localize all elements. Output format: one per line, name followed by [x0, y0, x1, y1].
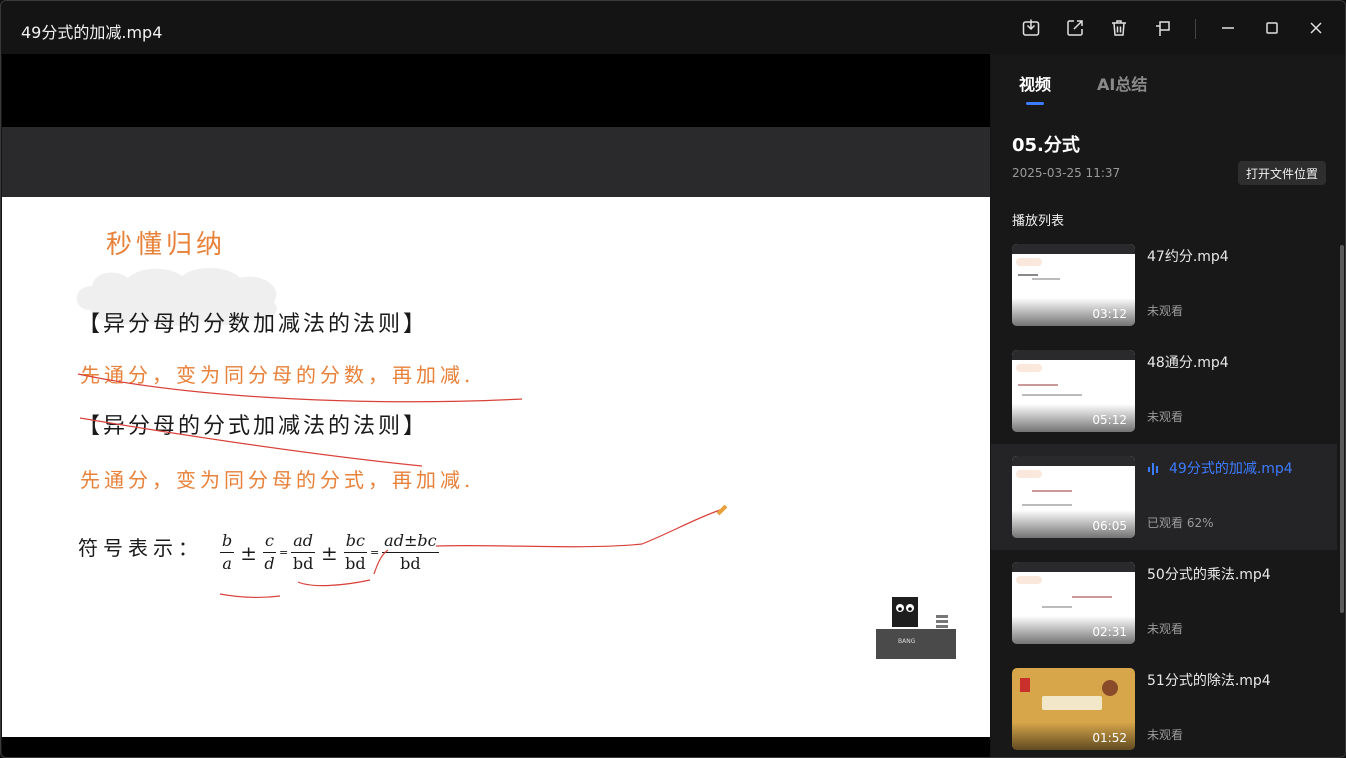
playlist-item-active[interactable]: 06:05 49分式的加减.mp4 已观看 62%	[991, 444, 1337, 550]
folder-date: 2025-03-25 11:37	[1012, 166, 1121, 180]
sidebar: 视频 AI总结 05.分式 2025-03-25 11:37 打开文件位置 播放…	[991, 54, 1345, 757]
video-name: 49分式的加减.mp4	[1169, 461, 1293, 477]
video-name: 50分式的乘法.mp4	[1147, 567, 1271, 583]
watch-status: 未观看	[1147, 622, 1184, 636]
video-duration: 02:31	[1092, 625, 1127, 639]
video-thumbnail: 05:12	[1012, 350, 1135, 432]
rule2-title: 【异分母的分式加减法的法则】	[78, 414, 429, 439]
playlist-item[interactable]: 05:12 48通分.mp4 未观看	[991, 338, 1337, 444]
svg-text:BANG: BANG	[898, 638, 916, 645]
fraction-c-over-d: cd	[263, 531, 276, 573]
minimize-icon[interactable]	[1216, 16, 1240, 40]
watch-status: 未观看	[1147, 304, 1184, 318]
plus-minus-sign: ±	[240, 540, 258, 565]
plus-minus-sign: ±	[320, 540, 338, 565]
video-duration: 03:12	[1092, 307, 1127, 321]
watch-status: 未观看	[1147, 410, 1184, 424]
playlist: 03:12 47约分.mp4 未观看 05:12 48通分.mp4 未观看 06…	[991, 232, 1341, 757]
share-icon[interactable]	[1063, 16, 1087, 40]
download-icon[interactable]	[1019, 16, 1043, 40]
playlist-scrollbar[interactable]	[1340, 245, 1344, 613]
watch-status: 未观看	[1147, 728, 1184, 742]
video-duration: 05:12	[1092, 413, 1127, 427]
folder-title: 05.分式	[1012, 135, 1080, 156]
video-player[interactable]: 秒懂归纳 【异分母的分数加减法的法则】 先通分，变为同分母的分数，再加减. 【异…	[2, 54, 990, 757]
delete-icon[interactable]	[1107, 16, 1131, 40]
playlist-label: 播放列表	[1012, 214, 1065, 229]
window-title: 49分式的加减.mp4	[21, 23, 163, 42]
open-file-location-button[interactable]: 打开文件位置	[1238, 161, 1326, 185]
video-thumbnail: 01:52	[1012, 668, 1135, 750]
title-bar: 49分式的加减.mp4	[1, 1, 1345, 55]
titlebar-divider	[1195, 19, 1196, 39]
tab-ai-summary[interactable]: AI总结	[1097, 71, 1147, 95]
equals-sign: =	[369, 546, 380, 559]
playlist-item[interactable]: 02:31 50分式的乘法.mp4 未观看	[991, 550, 1337, 656]
mascot-image: BANG	[876, 597, 956, 659]
video-name: 47约分.mp4	[1147, 249, 1229, 265]
active-tab-indicator	[1026, 102, 1044, 105]
video-thumbnail: 06:05	[1012, 456, 1135, 538]
slide-heading: 秒懂归纳	[106, 230, 227, 260]
slide-top-band	[2, 127, 990, 197]
tab-video[interactable]: 视频	[1019, 71, 1051, 95]
video-thumbnail: 03:12	[1012, 244, 1135, 326]
fraction-bc-over-bd: bc bd	[343, 531, 367, 573]
rule2-body: 先通分，变为同分母的分式，再加减.	[80, 468, 475, 492]
close-icon[interactable]	[1304, 16, 1328, 40]
playlist-item[interactable]: 03:12 47约分.mp4 未观看	[991, 232, 1337, 338]
video-thumbnail: 02:31	[1012, 562, 1135, 644]
rule1-body: 先通分，变为同分母的分数，再加减.	[80, 363, 475, 387]
now-playing-icon	[1148, 463, 1158, 475]
formula: ba ± cd = ad bd ± bc bd = ad±bc bd	[218, 530, 441, 575]
pin-icon[interactable]	[1151, 16, 1175, 40]
maximize-icon[interactable]	[1260, 16, 1284, 40]
video-name: 51分式的除法.mp4	[1147, 673, 1271, 689]
player-window: 49分式的加减.mp4 秒懂归纳 【异分母的分数加减法的法则】 先通分，变为同分…	[0, 0, 1346, 758]
fraction-ad-over-bd: ad bd	[291, 531, 315, 573]
fraction-b-over-a: ba	[220, 531, 235, 573]
video-name: 48通分.mp4	[1147, 355, 1229, 371]
symbol-label: 符号表示：	[78, 536, 203, 560]
equals-sign: =	[278, 546, 289, 559]
watch-status: 已观看 62%	[1147, 516, 1214, 530]
video-duration: 01:52	[1092, 731, 1127, 745]
fraction-result: ad±bc bd	[382, 531, 439, 573]
rule1-title: 【异分母的分数加减法的法则】	[78, 312, 429, 337]
video-duration: 06:05	[1092, 519, 1127, 533]
playlist-item[interactable]: 01:52 51分式的除法.mp4 未观看	[991, 656, 1337, 757]
